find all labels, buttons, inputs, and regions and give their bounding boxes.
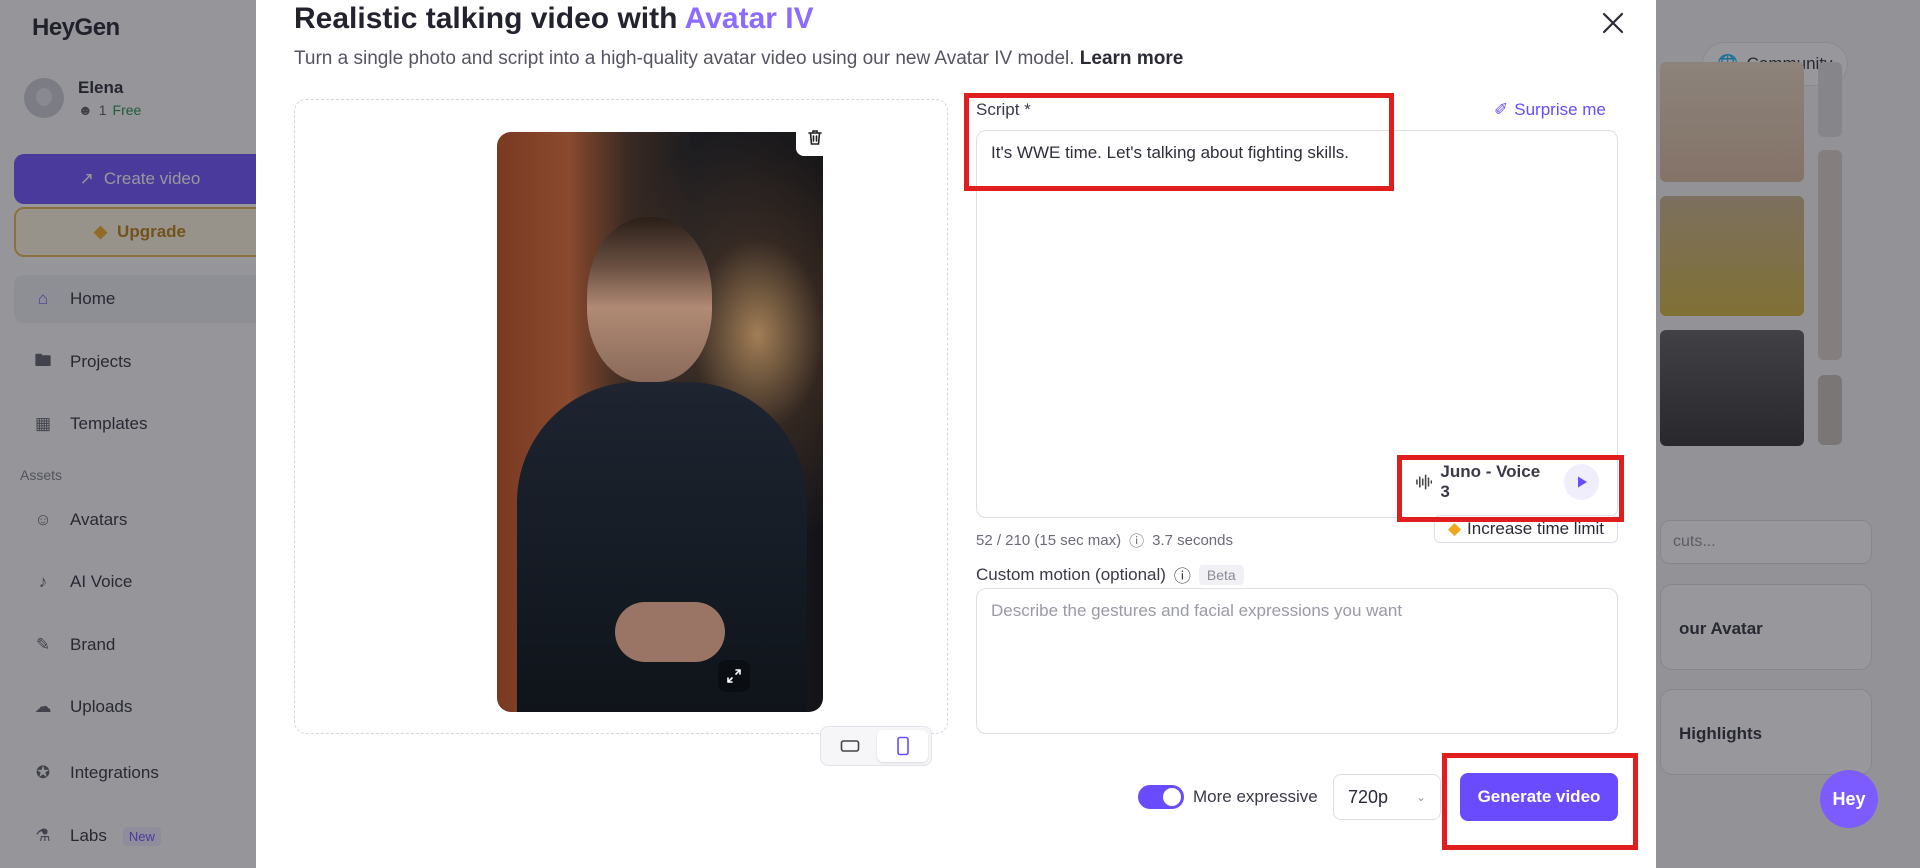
photo-person-head <box>587 217 712 382</box>
title-accent: Avatar IV <box>684 2 814 35</box>
modal-title: Realistic talking video with Avatar IV <box>294 2 814 36</box>
expand-photo-button[interactable] <box>718 660 750 692</box>
increase-time-limit-button[interactable]: ◆ Increase time limit <box>1434 515 1618 543</box>
custom-motion-title: Custom motion (optional) <box>976 564 1166 584</box>
portrait-option[interactable] <box>877 730 928 762</box>
trash-icon <box>808 130 822 145</box>
photo-upload-zone[interactable] <box>294 99 948 734</box>
script-duration: 3.7 seconds <box>1152 532 1233 549</box>
chevron-down-icon: ⌄ <box>1415 790 1426 804</box>
surprise-me-button[interactable]: ✐ Surprise me <box>1494 100 1606 120</box>
more-expressive-toggle[interactable] <box>1138 785 1184 809</box>
info-icon[interactable]: ⓘ <box>1129 530 1144 551</box>
resolution-value: 720p <box>1348 786 1389 807</box>
portrait-icon <box>896 736 909 756</box>
close-button[interactable] <box>1596 6 1630 40</box>
avatar-iv-modal: Realistic talking video with Avatar IV T… <box>256 0 1656 868</box>
title-main: Realistic talking video with <box>294 2 685 35</box>
voice-selector[interactable]: Juno - Voice 3 <box>1405 459 1599 505</box>
more-expressive-label: More expressive <box>1193 787 1318 806</box>
play-icon <box>1577 476 1587 488</box>
play-voice-button[interactable] <box>1564 464 1599 500</box>
voice-name: Juno - Voice 3 <box>1440 462 1541 501</box>
info-icon[interactable]: ⓘ <box>1174 562 1191 587</box>
magic-wand-icon: ✐ <box>1494 100 1509 119</box>
script-label: Script * <box>976 100 1031 119</box>
waveform-icon <box>1416 474 1433 490</box>
close-icon <box>1602 12 1624 34</box>
hey-assistant-button[interactable]: Hey <box>1820 770 1878 828</box>
surprise-me-label: Surprise me <box>1514 100 1606 119</box>
generate-video-button[interactable]: Generate video <box>1460 773 1618 821</box>
beta-badge: Beta <box>1198 564 1244 585</box>
landscape-option[interactable] <box>824 730 875 762</box>
script-text[interactable]: It's WWE time. Let's talking about fight… <box>991 143 1349 163</box>
avatar-photo <box>497 132 823 712</box>
resolution-select[interactable]: 720p ⌄ <box>1333 774 1441 820</box>
landscape-icon <box>840 740 859 752</box>
custom-motion-label: Custom motion (optional) ⓘ Beta <box>976 562 1244 587</box>
photo-person-body <box>517 382 807 712</box>
custom-motion-input[interactable] <box>976 588 1618 734</box>
modal-subtitle: Turn a single photo and script into a hi… <box>294 48 1183 70</box>
delete-photo-button[interactable] <box>796 118 834 156</box>
aspect-ratio-toggle <box>820 726 932 766</box>
expand-icon <box>727 669 741 683</box>
diamond-icon: ◆ <box>1447 519 1462 538</box>
script-stats: 52 / 210 (15 sec max) ⓘ 3.7 seconds <box>976 530 1233 551</box>
increase-time-limit-label: Increase time limit <box>1467 519 1605 538</box>
photo-person-hands <box>615 602 725 662</box>
character-count: 52 / 210 (15 sec max) <box>976 532 1122 549</box>
subtitle-text: Turn a single photo and script into a hi… <box>294 48 1080 69</box>
learn-more-link[interactable]: Learn more <box>1080 48 1183 69</box>
